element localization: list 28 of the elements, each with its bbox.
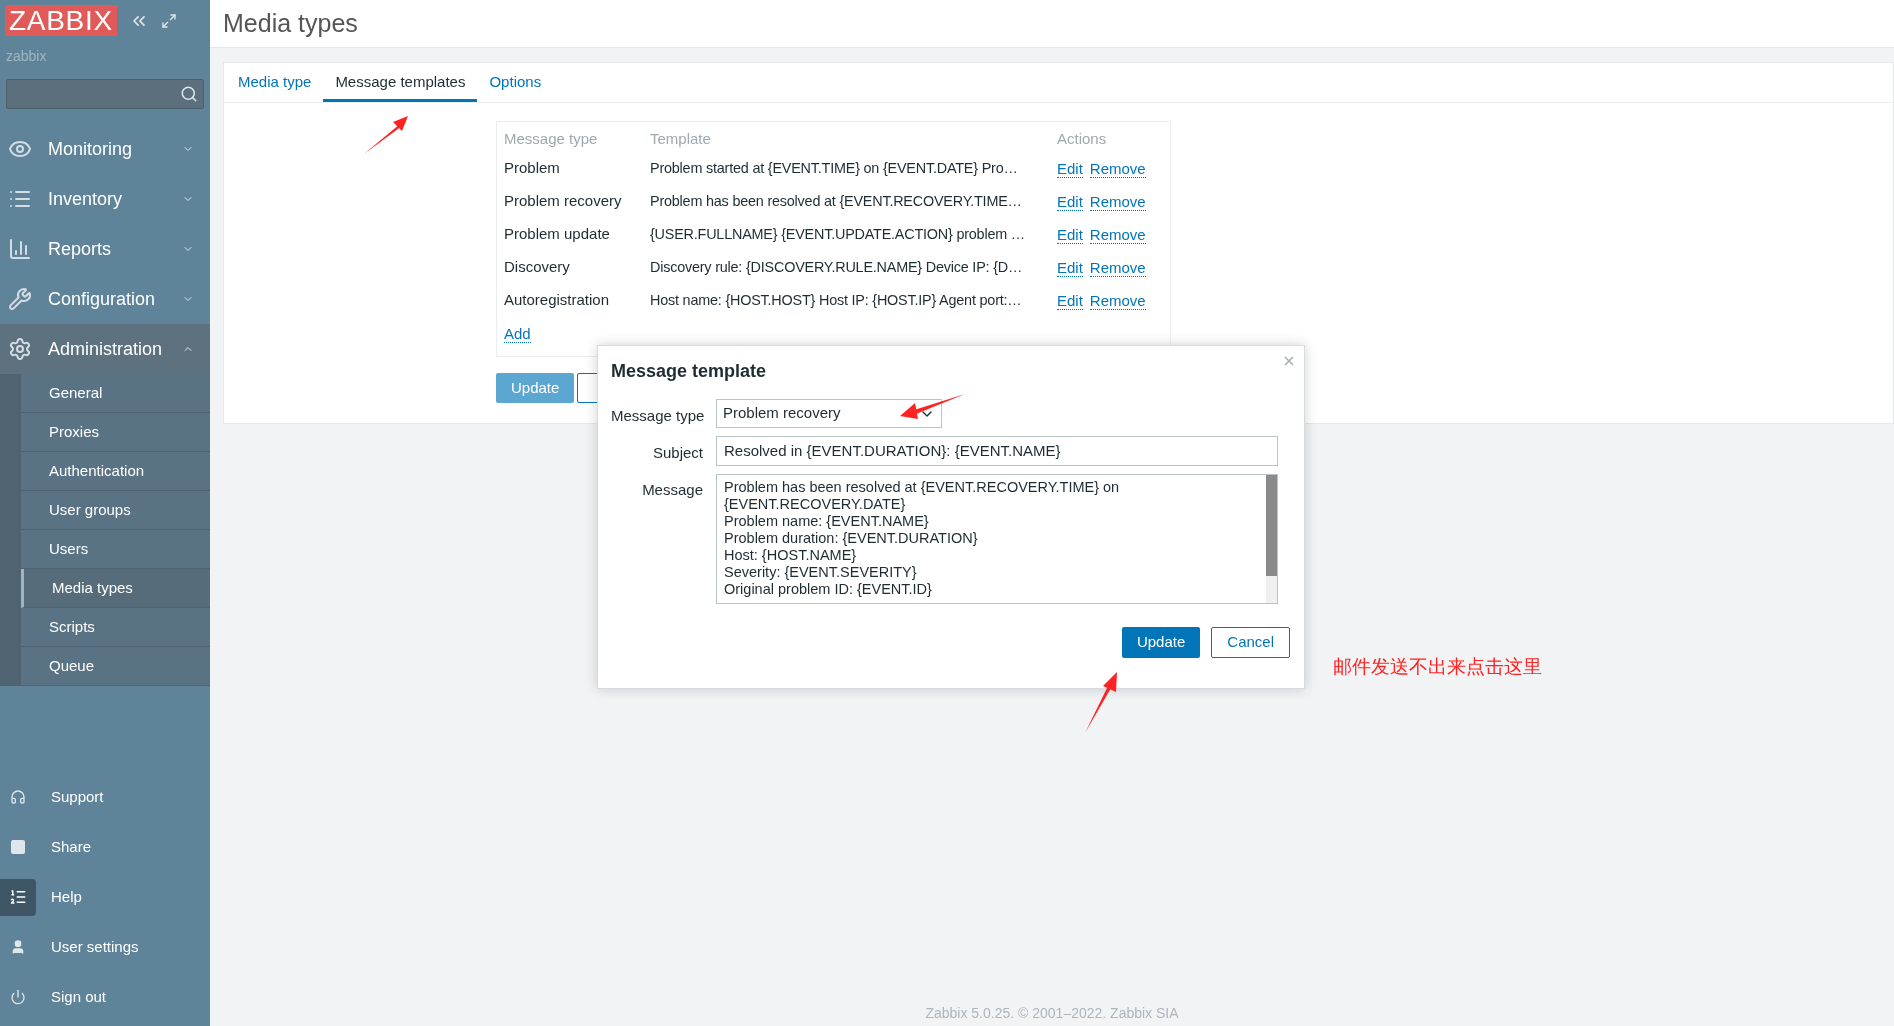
table-cell-text: Host name: {HOST.HOST} Host IP: {HOST.IP} Agent port:… [650, 290, 1023, 310]
message-line: Problem name: {EVENT.NAME} [724, 513, 930, 530]
table-cell-text: Problem has been resolved at {EVENT.RECOVERY.TIME… [650, 191, 1023, 211]
dialog-title: Message template [611, 360, 768, 382]
column-header: Template [650, 128, 712, 149]
table-cell-text: {USER.FULLNAME} {EVENT.UPDATE.ACTION} problem … [650, 224, 1026, 244]
footer: Zabbix 5.0.25. © 2001–2022. Zabbix SIA [210, 1003, 1894, 1026]
table-cell-text: Problem started at {EVENT.TIME} on {EVENT.DATE} Pro… [650, 158, 1019, 178]
table-cell-text: Problem recovery [504, 191, 623, 212]
message-line: Problem has been resolved at {EVENT.RECOVERY.TIME} on [724, 479, 1121, 496]
table-cell-text: Discovery [504, 257, 571, 278]
field-label: Message type [611, 406, 703, 426]
table-cell-text: Discovery rule: {DISCOVERY.RULE.NAME} Device IP: {D… [650, 257, 1024, 277]
annotation-text: 邮件发送不出来点击这里 [1333, 654, 1542, 679]
table-cell-text: Autoregistration [504, 290, 611, 311]
column-header: Message type [504, 128, 599, 149]
username: zabbix [5, 47, 48, 66]
message-line: Severity: {EVENT.SEVERITY} [724, 564, 918, 581]
table-cell-text: Problem [504, 158, 561, 179]
column-header: Actions [1057, 128, 1107, 149]
message-line: Problem duration: {EVENT.DURATION} [724, 530, 979, 547]
table-cell-text: Problem update [504, 224, 611, 245]
message-line: {EVENT.RECOVERY.DATE} [724, 496, 907, 513]
field-label: Message [641, 480, 703, 500]
field-label: Subject [651, 443, 703, 463]
page-title: Media types [223, 7, 358, 39]
message-line: Original problem ID: {EVENT.ID} [724, 581, 933, 598]
message-line: Host: {HOST.NAME} [724, 547, 858, 564]
